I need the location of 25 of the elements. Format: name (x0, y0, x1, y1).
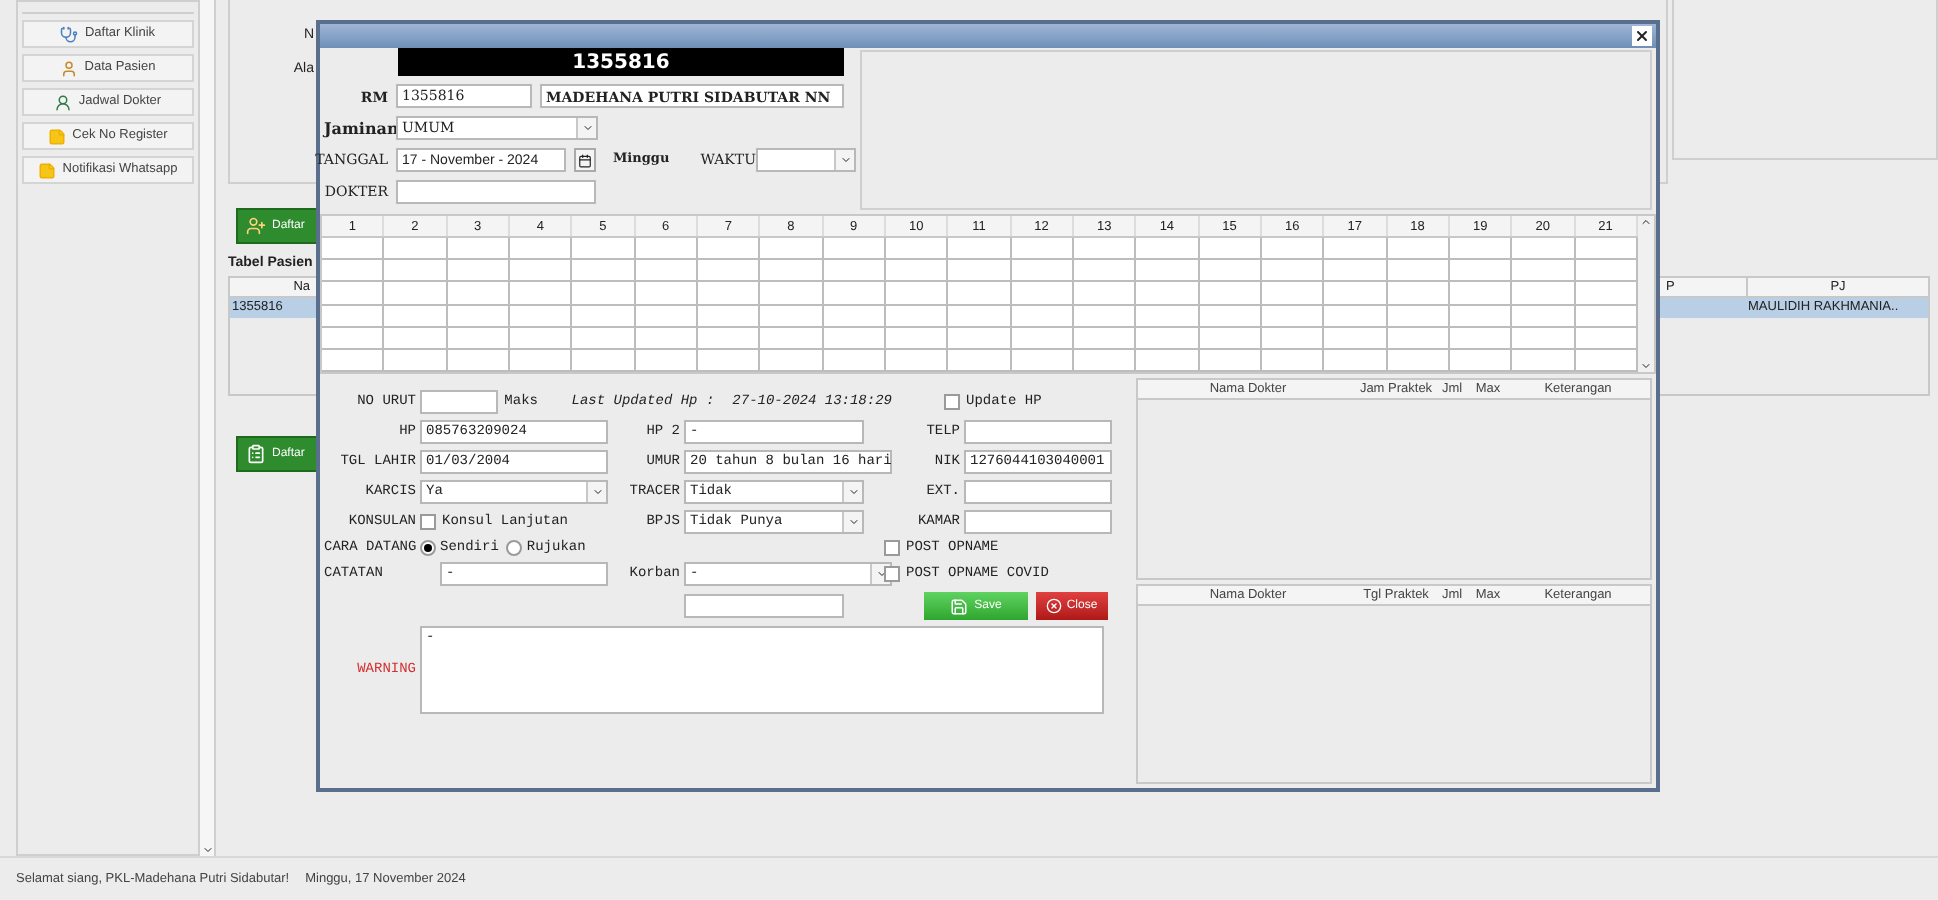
stethoscope-icon (60, 25, 79, 43)
doctor-field[interactable] (396, 180, 596, 204)
phone-field[interactable] (964, 420, 1112, 444)
close-button[interactable] (1632, 26, 1652, 46)
scrollbar[interactable] (1638, 216, 1654, 372)
scroll-up-icon (1640, 216, 1652, 228)
time-dropdown[interactable] (756, 148, 856, 172)
close-icon (1634, 28, 1650, 44)
doctor-icon (54, 93, 73, 111)
note-icon (48, 127, 67, 145)
room-field[interactable] (964, 510, 1112, 534)
calendar-button[interactable] (573, 148, 597, 172)
queue-number-field[interactable] (420, 390, 499, 414)
person-icon (60, 59, 79, 77)
user-add-icon (246, 216, 266, 236)
record-banner: 1355816 (398, 48, 844, 76)
ext-field[interactable] (964, 480, 1112, 504)
scrollbar[interactable] (200, 0, 216, 856)
calendar-icon (578, 153, 593, 167)
note-icon (38, 161, 57, 179)
close-icon (1046, 598, 1063, 614)
clipboard-icon (246, 444, 266, 464)
scroll-down-icon (1640, 360, 1652, 372)
extra-field[interactable] (684, 594, 844, 618)
scroll-down-icon (201, 844, 213, 856)
